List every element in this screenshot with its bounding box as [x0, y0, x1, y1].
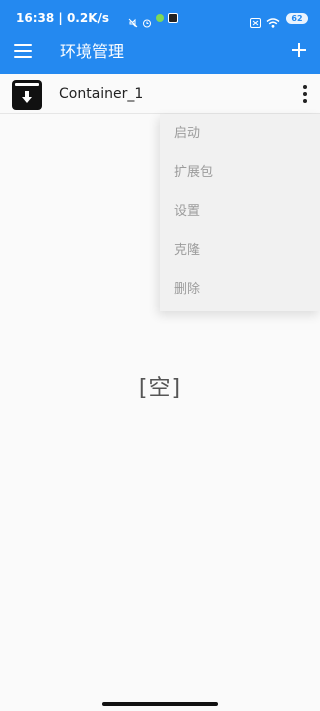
- status-clock: 16:38 | 0.2K/s: [16, 11, 110, 25]
- menu-item-extensions[interactable]: 扩展包: [160, 153, 320, 192]
- add-button[interactable]: [290, 41, 308, 59]
- mute-icon: [128, 13, 138, 28]
- status-bar: 16:38 | 0.2K/s 62: [0, 0, 320, 30]
- container-options-menu: 启动 扩展包 设置 克隆 删除: [160, 114, 320, 311]
- battery-icon: 62: [286, 12, 308, 24]
- container-list-item[interactable]: Container_1: [0, 74, 320, 114]
- wifi-icon: [266, 13, 280, 28]
- container-name: Container_1: [59, 86, 144, 102]
- menu-item-start[interactable]: 启动: [160, 114, 320, 153]
- menu-item-clone[interactable]: 克隆: [160, 231, 320, 270]
- more-options-icon[interactable]: [302, 85, 308, 103]
- sim-disabled-icon: [250, 13, 261, 28]
- menu-item-settings[interactable]: 设置: [160, 192, 320, 231]
- hamburger-menu-icon[interactable]: [14, 44, 32, 58]
- status-time: 16:38: [16, 11, 55, 25]
- app-badge-icon: [168, 13, 178, 23]
- app-bar: 环境管理: [0, 30, 320, 74]
- app-notification-icon: [156, 14, 164, 22]
- menu-item-delete[interactable]: 删除: [160, 270, 320, 309]
- home-indicator[interactable]: [102, 702, 218, 706]
- empty-state-label: [空]: [138, 376, 182, 401]
- network-speed: 0.2K/s: [66, 11, 110, 25]
- page-title: 环境管理: [60, 42, 125, 61]
- system-icons: 62: [250, 10, 308, 28]
- notification-icons: [128, 10, 178, 28]
- archive-download-icon: [12, 80, 42, 110]
- alarm-icon: [142, 13, 152, 28]
